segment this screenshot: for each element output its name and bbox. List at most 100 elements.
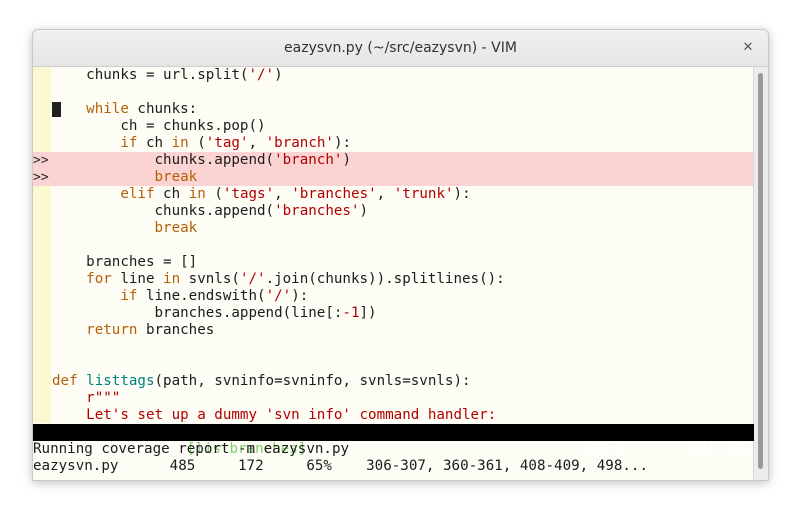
code-text: break [52, 169, 198, 186]
string-token: 'branches' [274, 203, 360, 219]
code-text: r""" [52, 390, 120, 407]
keyword-token: in [188, 186, 206, 202]
command-line-2: eazysvn.py 485 172 65% 306-307, 360-361,… [33, 458, 648, 474]
string-token: 'branch' [274, 152, 343, 168]
code-line[interactable]: return branches [33, 322, 754, 339]
string-token: 'tag' [205, 135, 249, 151]
code-line[interactable]: if ch in ('tag', 'branch'): [33, 135, 754, 152]
code-text: break [52, 220, 198, 237]
code-line[interactable]: def listtags(path, svninfo=svninfo, svnl… [33, 373, 754, 390]
code-line[interactable]: if line.endswith('/'): [33, 288, 754, 305]
string-token: 'trunk' [393, 186, 454, 202]
keyword-token: for [86, 271, 112, 287]
number-token: -1 [342, 305, 360, 321]
code-line[interactable]: branches.append(line[:-1]) [33, 305, 754, 322]
code-line[interactable]: break [33, 220, 754, 237]
code-text: for line in svnls('/'.join(chunks)).spli… [52, 271, 505, 288]
code-token: svnls( [180, 271, 240, 287]
code-line[interactable] [33, 84, 754, 101]
string-token: r""" [86, 390, 121, 406]
code-line[interactable]: >> break [33, 169, 754, 186]
code-token: line.endswith( [137, 288, 266, 304]
code-text: while chunks: [52, 101, 197, 118]
code-line[interactable]: Let's set up a dummy 'svn info' command … [33, 407, 754, 424]
code-token: (path, svninfo=svninfo, svnls=svnls): [154, 373, 471, 389]
code-text: Let's set up a dummy 'svn info' command … [52, 407, 496, 424]
code-token: ): [453, 186, 471, 202]
string-token: '/' [239, 271, 266, 287]
code-token: branches = [] [52, 254, 198, 270]
code-token: chunks.append( [52, 152, 275, 168]
keyword-token: in [171, 135, 189, 151]
code-text: if line.endswith('/'): [52, 288, 308, 305]
scrollbar[interactable] [753, 67, 768, 480]
code-text: chunks.append('branch') [52, 152, 351, 169]
code-token: ( [205, 186, 223, 202]
code-line[interactable]: for line in svnls('/'.join(chunks)).spli… [33, 271, 754, 288]
code-text: chunks.append('branches') [52, 203, 368, 220]
command-line-1: Running coverage report -m eazysvn.py [33, 441, 350, 457]
code-text: chunks = url.split('/') [52, 67, 283, 84]
code-token: ) [342, 152, 351, 168]
status-line: 1:eazysvn.py [listbranches] 303:1 991 30% [33, 424, 754, 457]
code-token: line [111, 271, 164, 287]
code-text: return branches [52, 322, 214, 339]
keyword-token: break [154, 220, 198, 236]
code-text: branches.append(line[:-1]) [52, 305, 376, 322]
keyword-token: if [120, 288, 138, 304]
code-line[interactable] [33, 237, 754, 254]
string-token: 'tags' [222, 186, 275, 202]
code-text: if ch in ('tag', 'branch'): [52, 135, 351, 152]
string-token: '/' [248, 67, 275, 83]
code-token: ch [154, 186, 189, 202]
editor-area[interactable]: chunks = url.split('/') while chunks: ch… [33, 67, 754, 423]
keyword-token: def [52, 373, 78, 389]
code-token: branches [137, 322, 215, 338]
code-line[interactable]: while chunks: [33, 101, 754, 118]
code-line[interactable]: ch = chunks.pop() [33, 118, 754, 135]
code-line[interactable] [33, 339, 754, 356]
code-token: ( [188, 135, 206, 151]
string-token: 'branches' [291, 186, 377, 202]
code-text: elif ch in ('tags', 'branches', 'trunk')… [52, 186, 471, 203]
code-line[interactable]: chunks.append('branches') [33, 203, 754, 220]
keyword-token: while [86, 101, 129, 117]
keyword-token: in [163, 271, 181, 287]
close-icon[interactable]: ✕ [738, 30, 758, 66]
code-token: ch [137, 135, 172, 151]
code-token: ) [274, 67, 283, 83]
code-line[interactable]: elif ch in ('tags', 'branches', 'trunk')… [33, 186, 754, 203]
function-name-token: listtags [86, 373, 155, 389]
code-token: ): [333, 135, 352, 151]
code-line[interactable]: branches = [] [33, 254, 754, 271]
code-line[interactable]: r""" [33, 390, 754, 407]
keyword-token: elif [120, 186, 155, 202]
code-text: def listtags(path, svninfo=svninfo, svnl… [52, 373, 471, 390]
code-token: chunks.append( [52, 203, 275, 219]
scrollbar-thumb[interactable] [758, 73, 763, 469]
string-token: Let's set up a dummy 'svn info' command … [86, 407, 497, 423]
code-token: branches.append(line[: [52, 305, 343, 321]
code-token: chunks = url.split( [52, 67, 249, 83]
code-token: , [248, 135, 266, 151]
code-token: , [376, 186, 394, 202]
code-text: branches = [] [52, 254, 197, 271]
code-token: ): [291, 288, 309, 304]
code-text: ch = chunks.pop() [52, 118, 265, 135]
code-line[interactable]: chunks = url.split('/') [33, 67, 754, 84]
string-token: '/' [265, 288, 292, 304]
title-bar[interactable]: eazysvn.py (~/src/eazysvn) - VIM ✕ [33, 30, 768, 67]
code-line[interactable]: >> chunks.append('branch') [33, 152, 754, 169]
code-line[interactable] [33, 356, 754, 373]
